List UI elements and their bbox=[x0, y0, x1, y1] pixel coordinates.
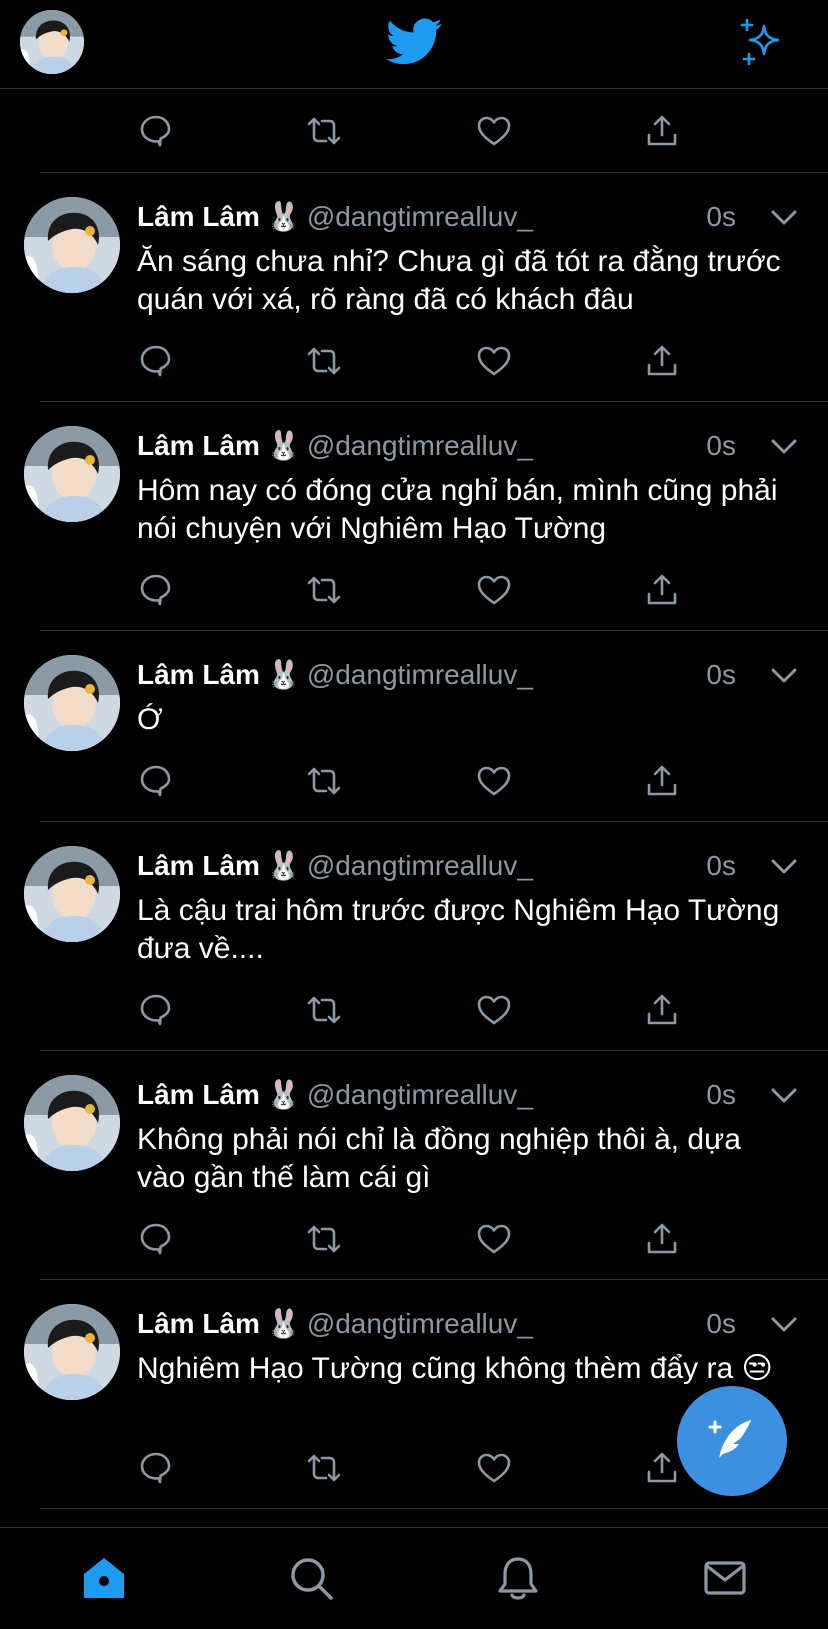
like-icon[interactable] bbox=[476, 113, 512, 149]
name-emoji: 🐰 bbox=[265, 658, 301, 691]
compose-tweet-icon bbox=[708, 1420, 751, 1458]
avatar[interactable] bbox=[24, 846, 120, 942]
chevron-down-icon[interactable] bbox=[770, 854, 798, 878]
tweet-text: Nghiêm Hạo Tường cũng không thèm đẩy ra … bbox=[137, 1352, 773, 1385]
reply-icon[interactable] bbox=[138, 763, 174, 799]
name-emoji: 🐰 bbox=[265, 1078, 301, 1111]
tweet-actions bbox=[138, 1221, 698, 1261]
reply-icon[interactable] bbox=[138, 992, 174, 1028]
partial-tweet bbox=[0, 89, 828, 172]
profile-avatar[interactable] bbox=[20, 10, 84, 74]
tweet[interactable]: Lâm Lâm 🐰 @dangtimrealluv_ 0s Không phải n… bbox=[0, 1051, 828, 1279]
name-emoji: 🐰 bbox=[265, 1307, 301, 1340]
retweet-icon[interactable] bbox=[306, 1221, 342, 1257]
sparkle-icon[interactable] bbox=[738, 18, 786, 66]
share-icon[interactable] bbox=[644, 1221, 680, 1257]
chevron-down-icon[interactable] bbox=[770, 1312, 798, 1336]
retweet-icon[interactable] bbox=[306, 1450, 342, 1486]
retweet-icon[interactable] bbox=[306, 113, 342, 149]
name-emoji: 🐰 bbox=[265, 200, 301, 233]
share-icon[interactable] bbox=[644, 1450, 680, 1486]
reply-icon[interactable] bbox=[138, 343, 174, 379]
divider bbox=[40, 1508, 828, 1509]
reply-icon[interactable] bbox=[138, 113, 174, 149]
twitter-bird-icon[interactable] bbox=[384, 18, 444, 68]
user-handle[interactable]: @dangtimrealluv_ bbox=[307, 1079, 533, 1110]
timestamp: 0s bbox=[706, 659, 736, 690]
reply-icon[interactable] bbox=[138, 1221, 174, 1257]
user-handle[interactable]: @dangtimrealluv_ bbox=[307, 1308, 533, 1339]
chevron-down-icon[interactable] bbox=[770, 663, 798, 687]
home-icon[interactable] bbox=[80, 1554, 128, 1602]
retweet-icon[interactable] bbox=[306, 763, 342, 799]
timestamp: 0s bbox=[706, 201, 736, 232]
chevron-down-icon[interactable] bbox=[770, 1083, 798, 1107]
retweet-icon[interactable] bbox=[306, 343, 342, 379]
timestamp: 0s bbox=[706, 850, 736, 881]
reply-icon[interactable] bbox=[138, 572, 174, 608]
top-bar bbox=[0, 0, 828, 89]
tweet-actions bbox=[138, 572, 698, 612]
tweet[interactable]: Lâm Lâm 🐰 @dangtimrealluv_ 0s Ăn sáng chưa… bbox=[0, 173, 828, 401]
name-emoji: 🐰 bbox=[265, 429, 301, 462]
name-emoji: 🐰 bbox=[265, 849, 301, 882]
user-handle[interactable]: @dangtimrealluv_ bbox=[307, 201, 533, 232]
share-icon[interactable] bbox=[644, 992, 680, 1028]
tweet-actions bbox=[138, 992, 698, 1032]
messages-icon[interactable] bbox=[701, 1554, 749, 1602]
display-name[interactable]: Lâm Lâm bbox=[137, 430, 260, 461]
display-name[interactable]: Lâm Lâm bbox=[137, 850, 260, 881]
like-icon[interactable] bbox=[476, 992, 512, 1028]
tweet-text: Không phải nói chỉ là đồng nghiệp thôi à… bbox=[137, 1123, 741, 1194]
display-name[interactable]: Lâm Lâm bbox=[137, 1308, 260, 1339]
avatar[interactable] bbox=[24, 1304, 120, 1400]
timestamp: 0s bbox=[706, 430, 736, 461]
tweet-text: Ớ bbox=[137, 703, 163, 736]
search-icon[interactable] bbox=[287, 1554, 335, 1602]
tweet-actions bbox=[138, 343, 698, 383]
tweet-actions bbox=[138, 113, 698, 153]
share-icon[interactable] bbox=[644, 113, 680, 149]
like-icon[interactable] bbox=[476, 572, 512, 608]
display-name[interactable]: Lâm Lâm bbox=[137, 659, 260, 690]
avatar[interactable] bbox=[24, 655, 120, 751]
share-icon[interactable] bbox=[644, 572, 680, 608]
chevron-down-icon[interactable] bbox=[770, 434, 798, 458]
retweet-icon[interactable] bbox=[306, 992, 342, 1028]
display-name[interactable]: Lâm Lâm bbox=[137, 1079, 260, 1110]
share-icon[interactable] bbox=[644, 343, 680, 379]
avatar[interactable] bbox=[24, 426, 120, 522]
bottom-nav bbox=[0, 1527, 828, 1629]
display-name[interactable]: Lâm Lâm bbox=[137, 201, 260, 232]
user-handle[interactable]: @dangtimrealluv_ bbox=[307, 430, 533, 461]
tweet[interactable]: Lâm Lâm 🐰 @dangtimrealluv_ 0s Là cậu trai … bbox=[0, 822, 828, 1050]
user-handle[interactable]: @dangtimrealluv_ bbox=[307, 850, 533, 881]
tweet[interactable]: Lâm Lâm 🐰 @dangtimrealluv_ 0s Hôm nay có đ… bbox=[0, 402, 828, 630]
chevron-down-icon[interactable] bbox=[770, 205, 798, 229]
tweet-actions bbox=[138, 763, 698, 803]
avatar[interactable] bbox=[24, 197, 120, 293]
timestamp: 0s bbox=[706, 1079, 736, 1110]
tweet[interactable]: Lâm Lâm 🐰 @dangtimrealluv_ 0s Ớ bbox=[0, 631, 828, 821]
tweet-text: Là cậu trai hôm trước được Nghiêm Hạo Tư… bbox=[137, 894, 780, 965]
timestamp: 0s bbox=[706, 1308, 736, 1339]
avatar[interactable] bbox=[24, 1075, 120, 1171]
retweet-icon[interactable] bbox=[306, 572, 342, 608]
notifications-icon[interactable] bbox=[494, 1554, 542, 1602]
like-icon[interactable] bbox=[476, 1450, 512, 1486]
share-icon[interactable] bbox=[644, 763, 680, 799]
tweet-actions bbox=[138, 1450, 698, 1490]
like-icon[interactable] bbox=[476, 343, 512, 379]
user-handle[interactable]: @dangtimrealluv_ bbox=[307, 659, 533, 690]
reply-icon[interactable] bbox=[138, 1450, 174, 1486]
tweet-text: Ăn sáng chưa nhỉ? Chưa gì đã tót ra đằng… bbox=[137, 245, 781, 316]
like-icon[interactable] bbox=[476, 1221, 512, 1257]
tweet-text: Hôm nay có đóng cửa nghỉ bán, mình cũng … bbox=[137, 474, 778, 545]
like-icon[interactable] bbox=[476, 763, 512, 799]
compose-tweet-button[interactable] bbox=[677, 1386, 787, 1496]
